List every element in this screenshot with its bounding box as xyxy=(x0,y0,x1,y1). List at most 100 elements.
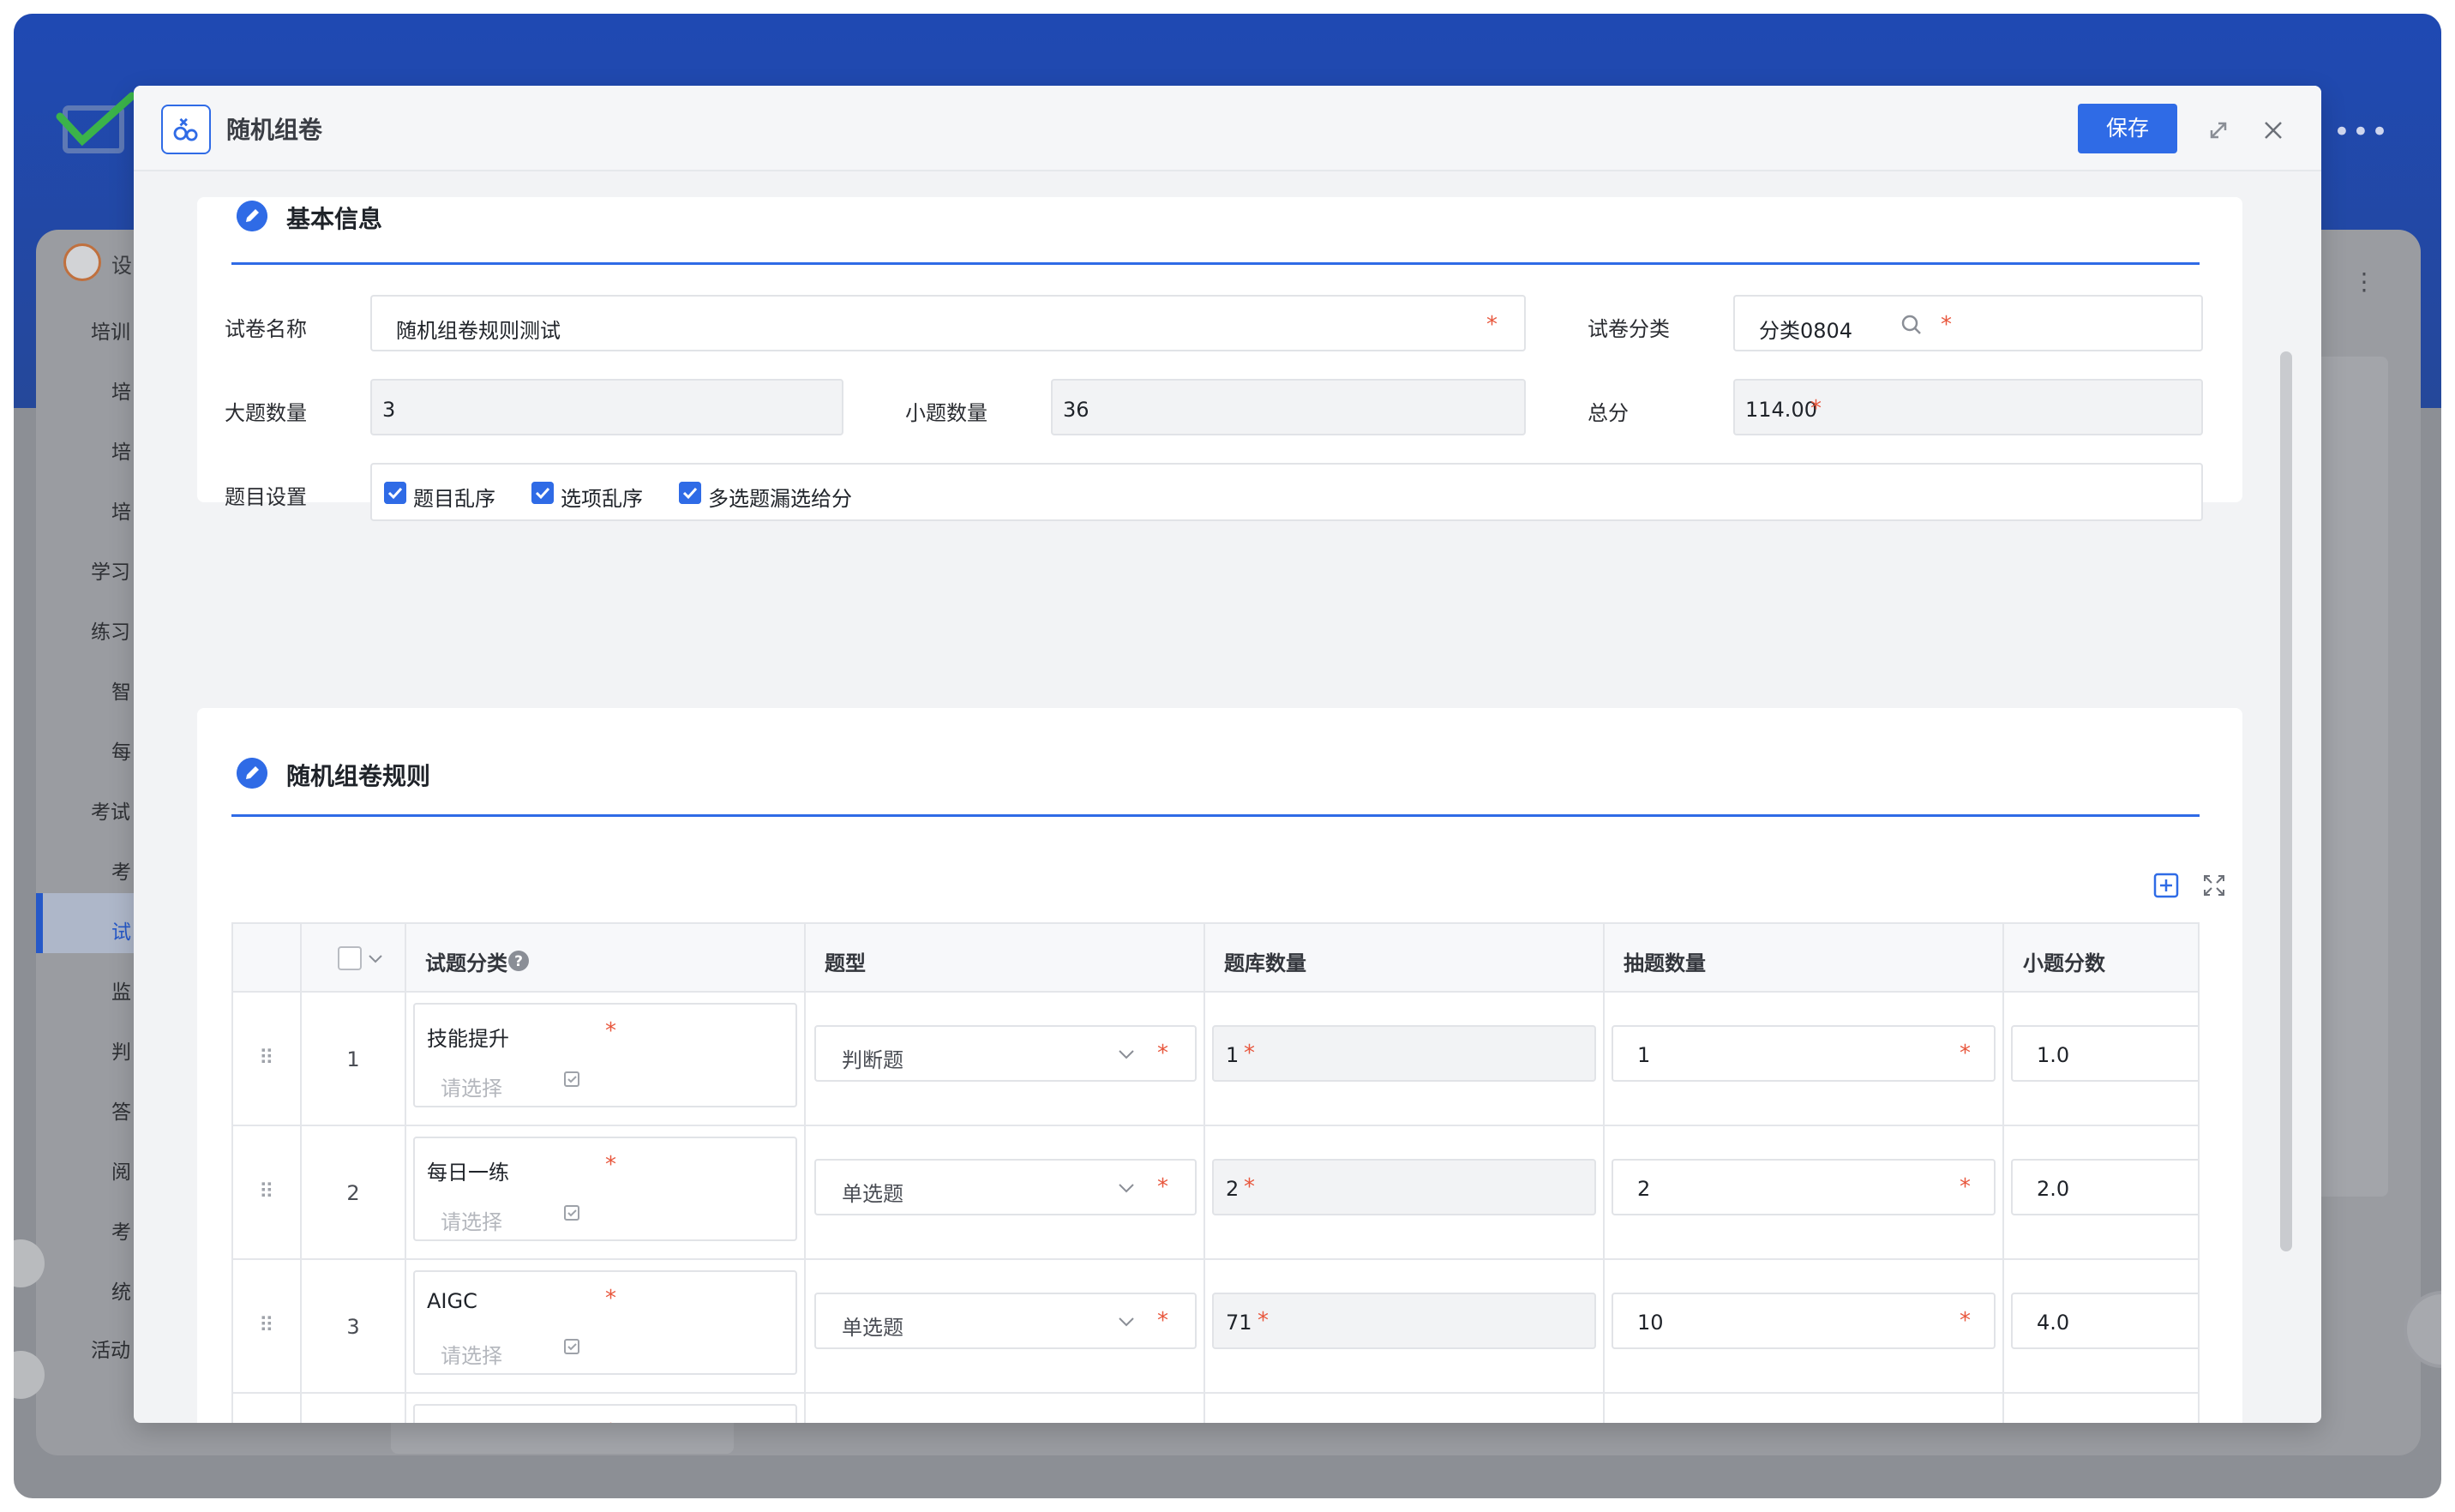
type-select[interactable]: 单选题 * xyxy=(814,1159,1197,1215)
sidebar-item[interactable]: 培 xyxy=(111,495,131,525)
expand-icon[interactable] xyxy=(2201,113,2236,147)
total-score-field: 114.00 * xyxy=(1733,379,2203,435)
draw-count-cell: 23 * xyxy=(1605,1394,2004,1423)
dots-icon[interactable]: ••• xyxy=(2333,115,2390,149)
required-mark: * xyxy=(1157,1308,1168,1334)
search-icon[interactable] xyxy=(1900,313,1924,337)
sidebar-item[interactable]: 答 xyxy=(111,1095,131,1125)
drag-column-header xyxy=(233,924,302,993)
chevron-down-icon[interactable] xyxy=(1116,1311,1137,1332)
required-mark: * xyxy=(1258,1308,1269,1334)
required-mark: * xyxy=(1960,1174,1971,1200)
drag-handle-icon[interactable]: ⠿ xyxy=(259,1313,273,1337)
required-mark: * xyxy=(1157,1041,1168,1066)
category-placeholder: 请选择 xyxy=(441,1339,502,1369)
sidebar-item[interactable]: 智 xyxy=(111,675,131,705)
sidebar-item[interactable]: 练习 xyxy=(91,615,130,645)
more-icon[interactable]: ⋮ xyxy=(2352,267,2376,296)
required-mark: * xyxy=(1244,1174,1255,1200)
sidebar-item[interactable]: 培训 xyxy=(91,315,130,345)
bank-count-cell: 1 * xyxy=(1205,993,1605,1126)
sidebar-item[interactable]: 考 xyxy=(111,855,131,885)
checkbox-icon[interactable] xyxy=(679,482,701,504)
question-settings-label: 题目设置 xyxy=(225,480,307,510)
table-row: ⠿ xyxy=(233,1126,302,1260)
small-question-count-label: 小题数量 xyxy=(905,396,987,426)
item-score-field[interactable]: 2.0 xyxy=(2011,1159,2200,1215)
required-mark: * xyxy=(605,1286,616,1311)
sidebar-item[interactable]: 培 xyxy=(111,435,131,465)
drag-handle-icon[interactable]: ⠿ xyxy=(259,1046,273,1070)
category-cell: 技能提升 * 请选择 xyxy=(406,993,806,1126)
select-dialog-icon[interactable] xyxy=(562,1070,583,1090)
type-select[interactable]: 判断题 * xyxy=(814,1025,1197,1082)
sidebar-item[interactable]: 学习 xyxy=(91,555,130,585)
help-icon[interactable]: ? xyxy=(507,950,530,972)
option-partial-credit[interactable]: 多选题漏选给分 xyxy=(708,482,852,512)
category-selector[interactable]: AIGC * 请选择 xyxy=(413,1270,797,1375)
sidebar-item[interactable]: 培 xyxy=(111,375,131,405)
save-button[interactable]: 保存 xyxy=(2078,104,2177,153)
sidebar-item[interactable]: 活动 xyxy=(91,1334,130,1363)
type-cell: 单选题 * xyxy=(806,1126,1205,1260)
edit-icon xyxy=(237,758,267,789)
item-score-cell: 4.0 xyxy=(2004,1260,2200,1394)
drag-handle-icon[interactable]: ⠿ xyxy=(259,1179,273,1203)
item-score-field[interactable]: 4.0 xyxy=(2011,1293,2200,1349)
sidebar-item[interactable]: 统 xyxy=(111,1275,131,1305)
table-row: ⠿ xyxy=(233,1260,302,1394)
category-name: 技能提升 xyxy=(427,1022,509,1052)
draw-count-field[interactable]: 10 * xyxy=(1612,1293,1996,1349)
checkbox-icon[interactable] xyxy=(531,482,554,504)
sidebar-item[interactable]: 考试 xyxy=(91,795,130,825)
bank-count-cell: 47 * xyxy=(1205,1394,1605,1423)
type-select[interactable]: 单选题 * xyxy=(814,1293,1197,1349)
draw-count-field[interactable]: 2 * xyxy=(1612,1159,1996,1215)
required-mark: * xyxy=(1941,312,1952,338)
modal-scrollbar[interactable] xyxy=(2280,351,2292,1251)
category-selector[interactable]: 每日一练 * 请选择 xyxy=(413,1137,797,1241)
checkbox-icon[interactable] xyxy=(338,946,362,970)
required-mark: * xyxy=(1157,1174,1168,1200)
exam-name-field[interactable]: 随机组卷规则测试 * xyxy=(370,295,1526,351)
category-selector[interactable]: AIGC * 请选择 xyxy=(413,1404,797,1423)
select-dialog-icon[interactable] xyxy=(562,1203,583,1224)
option-shuffle-options[interactable]: 选项乱序 xyxy=(561,482,643,512)
sidebar-item[interactable]: 判 xyxy=(111,1035,131,1065)
select-all-header xyxy=(302,924,406,993)
close-icon[interactable] xyxy=(2256,113,2290,147)
category-cell: AIGC * 请选择 xyxy=(406,1394,806,1423)
bank-count-cell: 71 * xyxy=(1205,1260,1605,1394)
checkbox-icon[interactable] xyxy=(384,482,406,504)
sidebar-item[interactable]: 每 xyxy=(111,735,131,765)
draw-count-cell: 1 * xyxy=(1605,993,2004,1126)
category-selector[interactable]: 技能提升 * 请选择 xyxy=(413,1003,797,1107)
logo-icon xyxy=(53,91,139,159)
sidebar-item[interactable]: 阅 xyxy=(111,1155,131,1185)
add-icon[interactable] xyxy=(2153,873,2179,898)
row-index-cell: 3 xyxy=(302,1260,406,1394)
table-row: ⠿ xyxy=(233,1394,302,1423)
chevron-down-icon[interactable] xyxy=(367,950,384,967)
sidebar-item[interactable]: 监 xyxy=(111,975,131,1005)
sidebar-item[interactable]: 考 xyxy=(111,1215,131,1245)
section-title: 随机组卷规则 xyxy=(286,758,430,792)
category-name: AIGC xyxy=(427,1289,477,1313)
chevron-down-icon[interactable] xyxy=(1116,1178,1137,1198)
category-placeholder: 请选择 xyxy=(441,1071,502,1101)
edit-icon xyxy=(237,201,267,231)
item-score-field[interactable]: 1.0 xyxy=(2011,1025,2200,1082)
section-divider xyxy=(231,814,2200,817)
sidebar-item-active[interactable]: 试 xyxy=(111,915,131,945)
chevron-down-icon[interactable] xyxy=(1116,1044,1137,1065)
fullscreen-icon[interactable] xyxy=(2201,873,2227,898)
exam-category-field[interactable]: 分类0804 * xyxy=(1733,295,2203,351)
item-score-cell: 1.0 xyxy=(2004,993,2200,1126)
draw-count-field[interactable]: 1 * xyxy=(1612,1025,1996,1082)
required-mark: * xyxy=(1960,1041,1971,1066)
select-dialog-icon[interactable] xyxy=(562,1337,583,1358)
modal-title-icon xyxy=(161,105,211,154)
option-shuffle-questions[interactable]: 题目乱序 xyxy=(413,482,495,512)
row-index: 1 xyxy=(302,1047,405,1071)
item-score-cell: 3.0 xyxy=(2004,1394,2200,1423)
